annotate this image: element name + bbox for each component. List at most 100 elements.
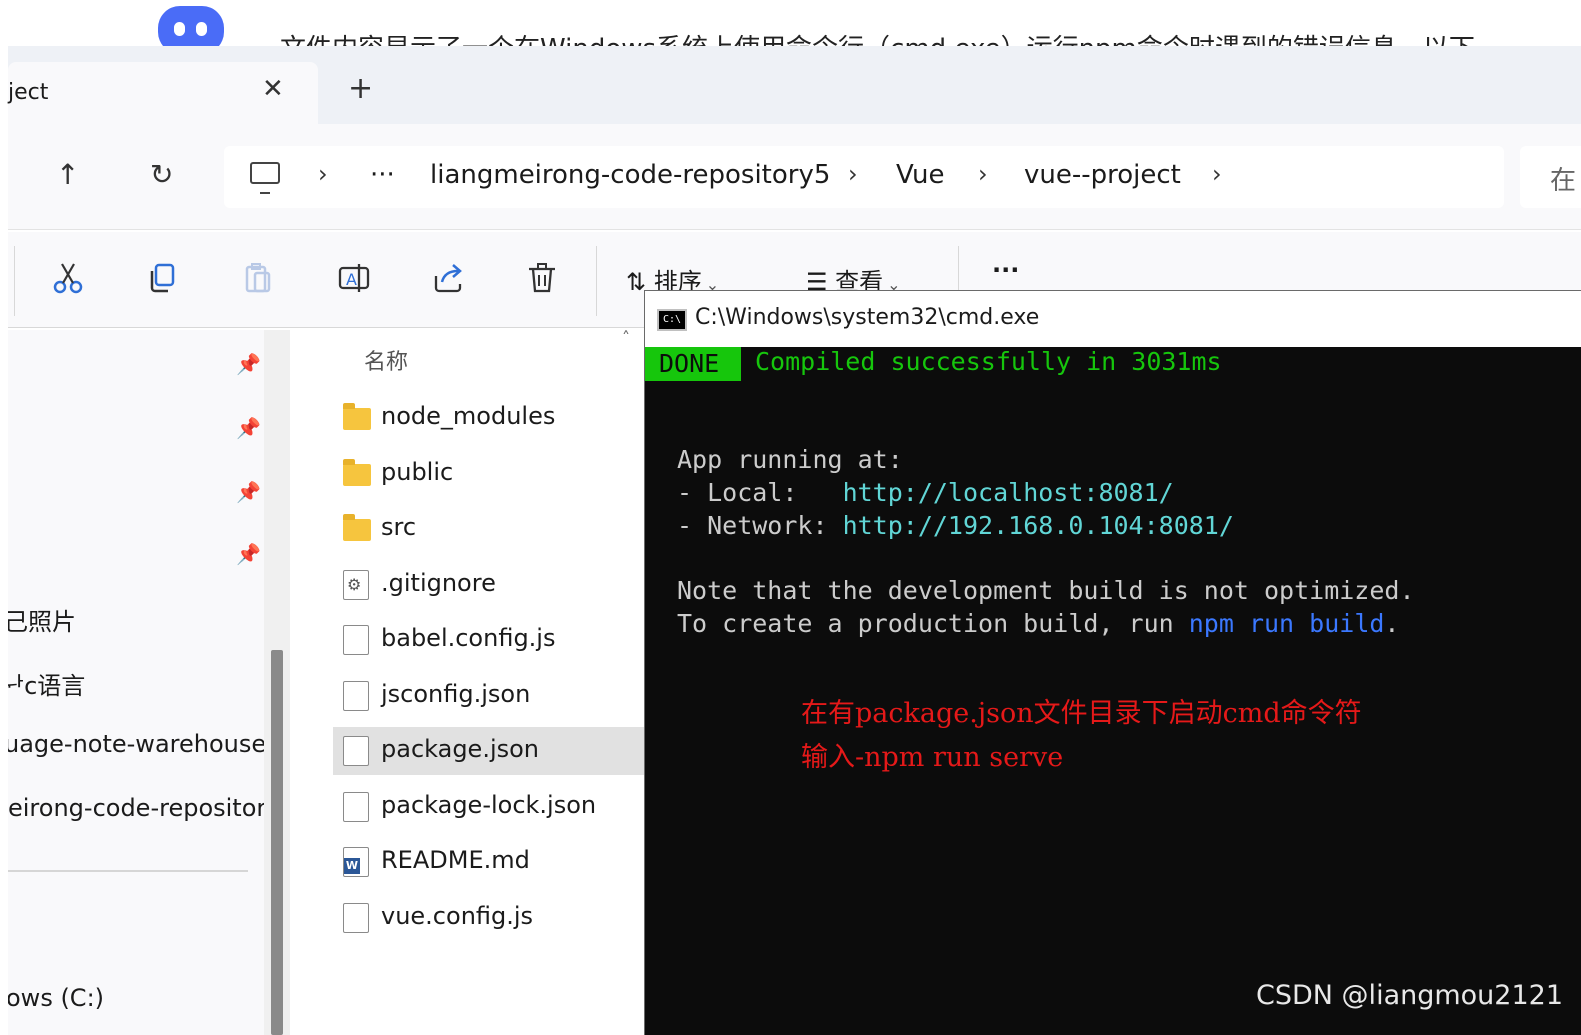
explorer-tab[interactable]: ject ✕ bbox=[8, 62, 318, 124]
file-name: jsconfig.json bbox=[381, 680, 531, 708]
note-prefix: To create a production build, run bbox=[677, 609, 1189, 638]
new-tab-button[interactable]: + bbox=[348, 74, 373, 104]
breadcrumb-vue-project[interactable]: vue--project bbox=[1024, 160, 1181, 190]
breadcrumb-vue[interactable]: Vue bbox=[896, 160, 945, 190]
nav-scrollbar[interactable] bbox=[264, 330, 290, 1035]
file-row[interactable]: public bbox=[333, 450, 645, 498]
toolbar-divider bbox=[596, 246, 597, 316]
file-name: README.md bbox=[381, 846, 530, 874]
local-url-line: - Local: http://localhost:8081/ bbox=[677, 478, 1174, 507]
folder-icon bbox=[343, 459, 371, 486]
network-label: - Network: bbox=[677, 511, 843, 540]
nav-item-code-repository[interactable]: eirong-code-repository bbox=[8, 794, 270, 822]
folder-icon bbox=[343, 514, 371, 541]
background-article-text: 文件内容显示了一个在Windows系统上使用命令行（cmd.exe）运行npm命… bbox=[280, 28, 1475, 46]
more-options-button[interactable]: ··· bbox=[992, 256, 1019, 284]
network-url-line: - Network: http://192.168.0.104:8081/ bbox=[677, 511, 1234, 540]
file-row[interactable]: vue.config.js bbox=[333, 894, 645, 942]
local-url-link[interactable]: http://localhost:8081/ bbox=[843, 478, 1174, 507]
file-name: public bbox=[381, 458, 454, 486]
delete-icon[interactable] bbox=[522, 258, 562, 298]
file-row[interactable]: jsconfig.json bbox=[333, 672, 645, 720]
watermark: CSDN @liangmou2121 bbox=[1256, 980, 1564, 1011]
nav-item-c-language[interactable]: ᆉc语言 bbox=[8, 666, 85, 701]
search-input[interactable]: 在 bbox=[1520, 146, 1581, 208]
file-icon bbox=[343, 903, 369, 933]
file-list: 名称 ˄ node_modulespublic src .gitignore babe… bbox=[300, 330, 645, 1035]
explorer-tab-bar: ject ✕ + bbox=[8, 46, 1581, 124]
note-line-1: Note that the development build is not o… bbox=[677, 576, 1415, 605]
folder-icon bbox=[343, 403, 371, 430]
bot-avatar-icon bbox=[158, 6, 224, 46]
background-page: 文件内容显示了一个在Windows系统上使用命令行（cmd.exe）运行npm命… bbox=[0, 0, 1581, 46]
copy-icon[interactable] bbox=[142, 258, 182, 298]
close-tab-icon[interactable]: ✕ bbox=[262, 74, 284, 104]
done-badge: DONE bbox=[645, 347, 741, 381]
nav-divider bbox=[8, 870, 248, 872]
cmd-title: C:\Windows\system32\cmd.exe bbox=[695, 305, 1040, 330]
file-icon bbox=[343, 736, 369, 766]
chevron-right-icon[interactable]: › bbox=[978, 160, 988, 188]
annotation-line-2: 输入-npm run serve bbox=[801, 742, 1064, 773]
app-running-label: App running at: bbox=[677, 445, 903, 474]
file-row[interactable]: babel.config.js bbox=[333, 616, 645, 664]
toolbar-divider bbox=[14, 246, 15, 316]
pin-icon[interactable]: 📌 bbox=[236, 480, 261, 504]
nav-item-note-warehouse[interactable]: uage-note-warehouse bbox=[8, 730, 266, 758]
file-name: .gitignore bbox=[381, 569, 496, 597]
file-row[interactable]: package-lock.json bbox=[333, 783, 645, 831]
rename-icon[interactable]: A bbox=[334, 258, 374, 298]
nav-item-drive-c[interactable]: ows (C:) bbox=[8, 984, 104, 1012]
cmd-titlebar[interactable]: C:\ C:\Windows\system32\cmd.exe bbox=[645, 291, 1581, 347]
file-icon bbox=[343, 681, 369, 711]
file-name: node_modules bbox=[381, 402, 556, 430]
chevron-right-icon[interactable]: › bbox=[318, 160, 328, 188]
tab-title: ject bbox=[8, 80, 49, 105]
cut-icon[interactable] bbox=[48, 258, 88, 298]
cmd-icon: C:\ bbox=[657, 309, 687, 331]
cmd-window: C:\ C:\Windows\system32\cmd.exe DONE Com… bbox=[644, 290, 1581, 1035]
file-name: package.json bbox=[381, 735, 540, 763]
up-arrow-icon[interactable]: ↑ bbox=[56, 158, 79, 191]
compiled-message: Compiled successfully in 3031ms bbox=[755, 347, 1222, 376]
local-label: - Local: bbox=[677, 478, 843, 507]
annotation-line-1: 在有package.json文件目录下启动cmd命令符 bbox=[801, 698, 1362, 729]
refresh-icon[interactable]: ↻ bbox=[150, 158, 173, 191]
bot-eye-icon bbox=[174, 22, 185, 36]
settings-file-icon bbox=[343, 570, 369, 600]
search-placeholder: 在 bbox=[1550, 166, 1577, 196]
file-row[interactable]: package.json bbox=[333, 727, 645, 775]
sort-ascending-icon: ˄ bbox=[622, 330, 630, 347]
address-row: ↑ ↻ › ··· liangmeirong-code-repository5 … bbox=[8, 124, 1581, 230]
share-icon[interactable] bbox=[428, 258, 468, 298]
file-row[interactable]: node_modules bbox=[333, 394, 645, 442]
svg-text:A: A bbox=[346, 270, 357, 289]
paste-icon[interactable] bbox=[238, 258, 278, 298]
file-row[interactable]: README.md bbox=[333, 838, 645, 886]
breadcrumb-more-button[interactable]: ··· bbox=[370, 160, 395, 190]
this-pc-icon[interactable] bbox=[250, 162, 280, 194]
nav-item-photos[interactable]: 己照片 bbox=[8, 602, 76, 637]
word-document-icon bbox=[343, 847, 369, 877]
npm-build-command: npm run build bbox=[1188, 609, 1385, 638]
breadcrumb-repository[interactable]: liangmeirong-code-repository5 bbox=[430, 160, 830, 190]
network-url-link[interactable]: http://192.168.0.104:8081/ bbox=[843, 511, 1234, 540]
file-row[interactable]: .gitignore bbox=[333, 561, 645, 609]
file-row[interactable]: src bbox=[333, 505, 645, 553]
pin-icon[interactable]: 📌 bbox=[236, 416, 261, 440]
file-name: package-lock.json bbox=[381, 791, 597, 819]
file-name: babel.config.js bbox=[381, 624, 556, 652]
chevron-right-icon[interactable]: › bbox=[1212, 160, 1222, 188]
note-line-2: To create a production build, run npm ru… bbox=[677, 609, 1399, 638]
file-icon bbox=[343, 625, 369, 655]
column-header-name[interactable]: 名称 bbox=[364, 344, 408, 376]
address-bar[interactable]: › ··· liangmeirong-code-repository5 › Vu… bbox=[224, 146, 1504, 208]
file-name: vue.config.js bbox=[381, 902, 534, 930]
pin-icon[interactable]: 📌 bbox=[236, 352, 261, 376]
note-suffix: . bbox=[1384, 609, 1400, 638]
chevron-right-icon[interactable]: › bbox=[848, 160, 858, 188]
nav-scrollbar-thumb[interactable] bbox=[271, 650, 283, 1035]
file-icon bbox=[343, 792, 369, 822]
navigation-pane: 📌 📌 📌 📌 己照片 ᆉc语言 uage-note-warehouse eir… bbox=[8, 330, 270, 1035]
pin-icon[interactable]: 📌 bbox=[236, 542, 261, 566]
